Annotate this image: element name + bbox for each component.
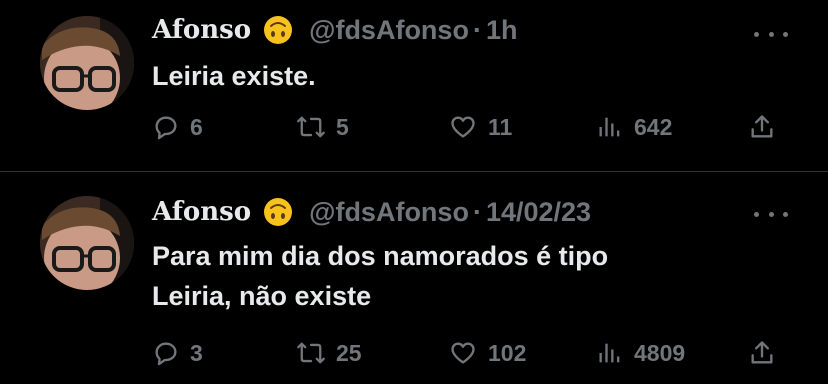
views-button[interactable]: 642 <box>596 110 672 144</box>
like-button[interactable]: 102 <box>448 336 526 370</box>
tweet-text-line: Leiria, não existe <box>152 281 372 311</box>
retweet-icon <box>297 116 325 138</box>
views-icon <box>599 117 620 137</box>
tweet-text-line: Para mim dia dos namorados é tipo <box>152 241 609 271</box>
heart-icon <box>451 342 475 364</box>
views-count: 4809 <box>634 339 686 366</box>
like-count: 102 <box>488 339 527 366</box>
avatar[interactable] <box>40 16 134 110</box>
handle[interactable]: @fdsAfonso <box>309 197 469 228</box>
retweet-icon <box>297 342 325 364</box>
reply-icon <box>155 116 177 140</box>
share-button[interactable] <box>748 110 776 144</box>
tweet[interactable]: Afonso @fdsAfonso · 14/02/23 Para mim di… <box>0 172 828 384</box>
tweet-actions: 3 25 102 4809 <box>152 336 792 370</box>
tweet-text: Leiria existe. <box>152 56 772 96</box>
reply-button[interactable]: 6 <box>152 110 203 144</box>
views-icon <box>599 343 620 363</box>
avatar[interactable] <box>40 196 134 290</box>
display-name[interactable]: Afonso <box>152 197 251 227</box>
reply-count: 6 <box>190 113 203 140</box>
share-icon <box>751 115 773 138</box>
share-icon <box>751 341 773 364</box>
separator-dot: · <box>472 196 482 227</box>
views-count: 642 <box>634 113 673 140</box>
retweet-count: 5 <box>336 113 349 140</box>
tweet-text: Para mim dia dos namorados é tipo Leiria… <box>152 236 772 316</box>
upside-down-face-emoji <box>263 197 293 227</box>
heart-icon <box>451 116 475 138</box>
handle[interactable]: @fdsAfonso <box>309 15 469 46</box>
tweet-header: Afonso @fdsAfonso · 14/02/23 <box>152 194 591 230</box>
share-button[interactable] <box>748 336 776 370</box>
separator-dot: · <box>472 14 482 45</box>
tweet-header: Afonso @fdsAfonso · 1h <box>152 12 517 48</box>
like-count: 11 <box>488 113 513 140</box>
reply-count: 3 <box>190 339 203 366</box>
views-button[interactable]: 4809 <box>596 336 685 370</box>
more-icon[interactable] <box>754 202 788 226</box>
tweet-text-line: Leiria existe. <box>152 61 316 91</box>
retweet-count: 25 <box>336 339 362 366</box>
retweet-button[interactable]: 5 <box>296 110 349 144</box>
more-icon[interactable] <box>754 22 788 46</box>
upside-down-face-emoji <box>263 15 293 45</box>
display-name[interactable]: Afonso <box>152 15 251 45</box>
reply-icon <box>155 342 177 366</box>
timestamp[interactable]: 14/02/23 <box>486 197 591 228</box>
retweet-button[interactable]: 25 <box>296 336 362 370</box>
like-button[interactable]: 11 <box>448 110 512 144</box>
tweet-actions: 6 5 11 642 <box>152 110 792 144</box>
tweet[interactable]: Afonso @fdsAfonso · 1h Leiria existe. 6 … <box>0 0 828 170</box>
timestamp[interactable]: 1h <box>486 15 518 46</box>
reply-button[interactable]: 3 <box>152 336 203 370</box>
